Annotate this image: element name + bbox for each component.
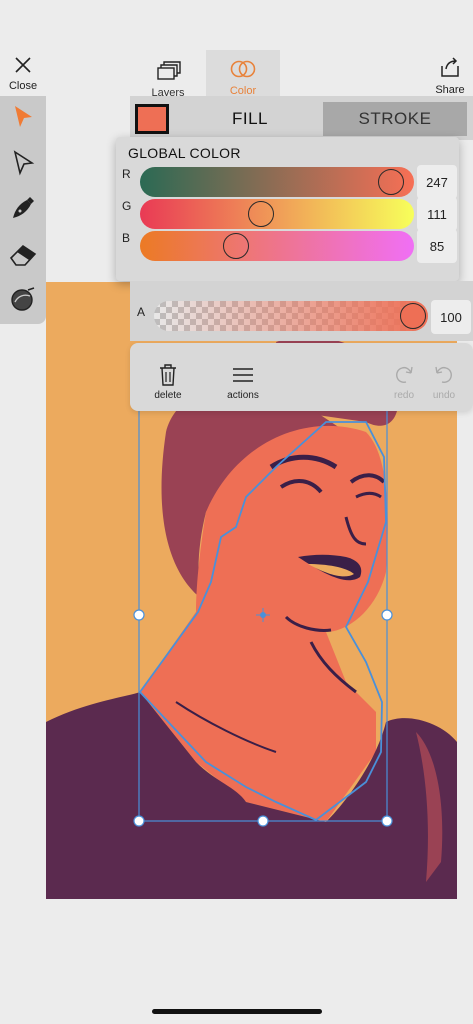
share-label: Share xyxy=(435,84,465,96)
alpha-slider[interactable] xyxy=(154,301,428,331)
handle-right xyxy=(381,609,393,621)
trash-icon xyxy=(160,364,176,386)
share-button[interactable]: Share xyxy=(430,56,470,96)
undo-label: undo xyxy=(432,390,456,401)
green-value-field[interactable]: 111 xyxy=(417,197,457,231)
green-slider[interactable] xyxy=(140,199,414,229)
blue-slider[interactable] xyxy=(140,231,414,261)
tab-layers[interactable]: Layers xyxy=(140,50,196,99)
current-color-swatch[interactable] xyxy=(135,104,169,134)
handle-bottom-right xyxy=(381,815,393,827)
actions-label: actions xyxy=(227,390,259,401)
alpha-panel: A 100 xyxy=(130,281,473,341)
eraser-icon xyxy=(9,244,37,266)
alpha-slider-knob[interactable] xyxy=(400,303,426,329)
tool-direct-select[interactable] xyxy=(6,146,40,180)
layers-icon xyxy=(157,61,181,80)
select-arrow-icon xyxy=(15,106,32,127)
redo-icon xyxy=(396,366,413,383)
green-channel-label: G xyxy=(122,199,132,213)
global-color-popover: GLOBAL COLOR R 247 G 111 B 85 xyxy=(116,137,459,281)
redo-label: redo xyxy=(393,390,414,401)
actions-button[interactable]: actions xyxy=(222,363,264,401)
top-bar: Close Layers Color Share xyxy=(0,48,473,99)
close-icon xyxy=(15,57,31,73)
app-screen: Close Layers Color Share FILL STROKE GLO… xyxy=(0,0,473,1024)
stroke-tab[interactable]: STROKE xyxy=(323,102,467,136)
fill-stroke-panel: FILL STROKE xyxy=(130,96,473,140)
handle-bottom-left xyxy=(133,815,145,827)
delete-label: delete xyxy=(154,390,182,401)
blue-slider-knob[interactable] xyxy=(223,233,250,259)
menu-lines-icon xyxy=(233,368,253,382)
tool-select[interactable] xyxy=(6,100,40,134)
green-slider-knob[interactable] xyxy=(248,201,275,227)
handle-bottom xyxy=(257,815,269,827)
green-channel-row: G 111 xyxy=(116,197,459,231)
red-slider-knob[interactable] xyxy=(378,169,405,195)
handle-left xyxy=(133,609,145,621)
fill-tab[interactable]: FILL xyxy=(185,102,315,136)
direct-select-icon xyxy=(13,150,35,176)
alpha-label: A xyxy=(137,305,146,319)
undo-button[interactable]: undo xyxy=(428,363,460,401)
red-channel-row: R 247 xyxy=(116,165,459,199)
share-icon xyxy=(441,57,459,77)
delete-button[interactable]: delete xyxy=(150,363,186,401)
action-bar: delete actions redo undo xyxy=(130,343,473,411)
red-channel-label: R xyxy=(122,167,131,181)
shape-builder-icon xyxy=(11,287,35,311)
blue-channel-label: B xyxy=(122,231,131,245)
alpha-gradient xyxy=(154,301,428,331)
blue-value-field[interactable]: 85 xyxy=(417,229,457,263)
red-value-field[interactable]: 247 xyxy=(417,165,457,199)
red-slider[interactable] xyxy=(140,167,414,197)
undo-icon xyxy=(435,366,452,383)
blue-channel-row: B 85 xyxy=(116,229,459,263)
close-button[interactable]: Close xyxy=(4,56,42,96)
tab-color[interactable]: Color xyxy=(206,50,280,98)
alpha-value-field[interactable]: 100 xyxy=(431,300,471,334)
tool-shape-builder[interactable] xyxy=(6,282,40,316)
redo-button[interactable]: redo xyxy=(388,363,420,401)
tool-eraser[interactable] xyxy=(6,237,40,271)
tool-sidebar xyxy=(0,96,46,324)
tool-pen[interactable] xyxy=(6,191,40,225)
home-indicator xyxy=(152,1009,322,1014)
pen-nib-icon xyxy=(13,197,34,218)
color-venn-icon xyxy=(230,60,256,78)
close-label: Close xyxy=(8,80,38,92)
global-color-title: GLOBAL COLOR xyxy=(128,145,241,161)
